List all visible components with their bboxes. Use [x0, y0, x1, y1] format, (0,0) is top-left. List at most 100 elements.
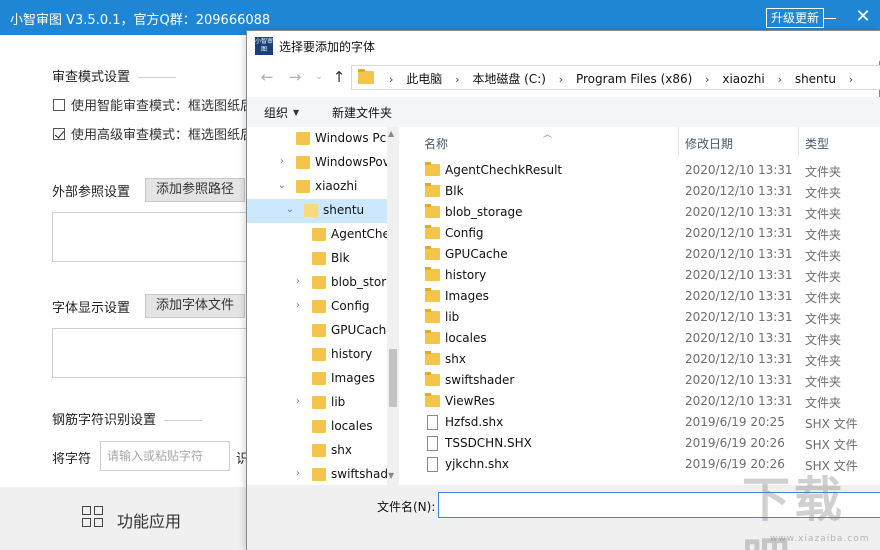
file-type: 文件夹: [805, 165, 842, 179]
smart-mode-checkbox[interactable]: [53, 99, 65, 111]
file-name: yjkchn.shx: [445, 457, 509, 471]
chevron-right-icon[interactable]: ›: [277, 156, 287, 167]
smart-mode-option[interactable]: 使用智能审查模式：框选图纸后: [53, 95, 253, 114]
folder-icon: [312, 468, 326, 481]
folder-row[interactable]: Config 2020/12/10 13:31 文件夹: [412, 223, 880, 244]
advanced-mode-checkbox[interactable]: [53, 128, 65, 140]
folder-icon: [312, 420, 326, 433]
folder-row[interactable]: Blk 2020/12/10 13:31 文件夹: [412, 181, 880, 202]
file-date: 2020/12/10 13:31: [685, 310, 793, 324]
organize-menu[interactable]: 组织 ▼: [264, 104, 299, 121]
folder-row[interactable]: AgentChechkResult 2020/12/10 13:31 文件夹: [412, 160, 880, 181]
chevron-down-icon[interactable]: ⌄: [277, 180, 287, 191]
tree-item-images[interactable]: Images: [247, 367, 387, 391]
tree-item-locales[interactable]: locales: [247, 415, 387, 439]
chevron-right-icon[interactable]: ›: [293, 396, 303, 407]
tree-item-lib[interactable]: › lib: [247, 391, 387, 415]
folder-row[interactable]: swiftshader 2020/12/10 13:31 文件夹: [412, 370, 880, 391]
file-date: 2020/12/10 13:31: [685, 226, 793, 240]
tree-item-blk[interactable]: Blk: [247, 247, 387, 271]
crumb-xiaozhi[interactable]: xiaozhi: [722, 72, 764, 86]
column-date[interactable]: 修改日期: [685, 135, 733, 152]
folder-icon: [425, 183, 440, 197]
file-row[interactable]: TSSDCHN.SHX 2019/6/19 20:26 SHX 文件: [412, 433, 880, 454]
chevron-right-icon[interactable]: ›: [293, 468, 303, 479]
grid-icon[interactable]: [82, 506, 104, 528]
column-type[interactable]: 类型: [805, 135, 829, 152]
crumb-program-files[interactable]: Program Files (x86): [576, 72, 692, 86]
tree-item-windows-pc[interactable]: Windows Pc: [247, 127, 387, 151]
tree-item-blob-stor[interactable]: › blob_stor: [247, 271, 387, 295]
chevron-down-icon[interactable]: ⌄: [285, 204, 295, 215]
close-icon[interactable]: ✕: [852, 6, 874, 28]
crumb-shentu[interactable]: shentu: [795, 72, 836, 86]
folder-row[interactable]: locales 2020/12/10 13:31 文件夹: [412, 328, 880, 349]
char-input[interactable]: 请输入或粘贴字符: [100, 441, 230, 471]
folder-icon: [312, 228, 326, 241]
folder-icon: [425, 225, 440, 239]
file-type: SHX 文件: [805, 438, 858, 452]
tree-item-shentu[interactable]: ⌄ shentu: [247, 199, 387, 223]
tree-item-windowspov[interactable]: › WindowsPov: [247, 151, 390, 175]
tree-item-xiaozhi[interactable]: ⌄ xiaozhi: [247, 175, 387, 199]
crumb-local-disk[interactable]: 本地磁盘 (C:): [472, 72, 546, 86]
folder-icon: [312, 252, 326, 265]
scroll-down-icon[interactable]: ▼: [388, 471, 394, 480]
file-date: 2020/12/10 13:31: [685, 331, 793, 345]
tree-item-agentche[interactable]: AgentChe: [247, 223, 390, 247]
up-arrow-icon[interactable]: ↑: [329, 67, 349, 87]
review-mode-title: 审查模式设置: [52, 66, 176, 85]
add-xref-button[interactable]: 添加参照路径: [145, 178, 245, 202]
upgrade-button[interactable]: 升级更新: [766, 8, 825, 28]
tree-item-config[interactable]: › Config: [247, 295, 387, 319]
file-date: 2020/12/10 13:31: [685, 352, 793, 366]
crumb-this-pc[interactable]: 此电脑: [406, 72, 442, 86]
tree-scroll-thumb[interactable]: [389, 349, 397, 407]
tree-item-history[interactable]: history: [247, 343, 387, 367]
chevron-right-icon: ›: [777, 73, 782, 86]
new-folder-button[interactable]: 新建文件夹: [332, 104, 392, 121]
chevron-right-icon[interactable]: ›: [293, 300, 303, 311]
file-type: SHX 文件: [805, 417, 858, 431]
xref-path-box[interactable]: [52, 212, 252, 262]
folder-icon: [304, 204, 318, 217]
forward-arrow-icon[interactable]: →: [285, 67, 305, 87]
back-arrow-icon[interactable]: ←: [257, 67, 277, 87]
file-list[interactable]: ︿ 名称 修改日期 类型 AgentChechkResult 2020/12/10…: [412, 127, 880, 485]
folder-row[interactable]: Images 2020/12/10 13:31 文件夹: [412, 286, 880, 307]
minimize-icon[interactable]: [818, 8, 842, 28]
folder-icon: [312, 300, 326, 313]
column-divider[interactable]: [678, 127, 679, 157]
folder-row[interactable]: lib 2020/12/10 13:31 文件夹: [412, 307, 880, 328]
file-type: 文件夹: [805, 354, 842, 368]
breadcrumb: › 此电脑 › 本地磁盘 (C:) › Program Files (x86) …: [380, 70, 862, 87]
file-name: Blk: [445, 184, 464, 198]
address-bar[interactable]: › 此电脑 › 本地磁盘 (C:) › Program Files (x86) …: [351, 65, 880, 90]
file-row[interactable]: Hzfsd.shx 2019/6/19 20:25 SHX 文件: [412, 412, 880, 433]
folder-row[interactable]: ViewRes 2020/12/10 13:31 文件夹: [412, 391, 880, 412]
tree-scrollbar[interactable]: ▲ ▼: [387, 127, 399, 485]
column-divider[interactable]: [798, 127, 799, 157]
font-file-box[interactable]: [52, 328, 252, 378]
folder-row[interactable]: GPUCache 2020/12/10 13:31 文件夹: [412, 244, 880, 265]
add-font-button[interactable]: 添加字体文件: [145, 294, 245, 318]
chevron-right-icon[interactable]: ›: [293, 276, 303, 287]
folder-tree[interactable]: Windows Pc › WindowsPov ⌄ xiaozhi ⌄ shentu Agen…: [247, 127, 399, 485]
smart-mode-label: 使用智能审查模式：框选图纸后: [71, 99, 254, 114]
font-label: 字体显示设置: [52, 301, 131, 316]
folder-icon: [296, 132, 310, 145]
func-apply-label[interactable]: 功能应用: [117, 508, 181, 532]
column-name[interactable]: 名称: [424, 135, 448, 152]
tree-item-swiftshad[interactable]: › swiftshad: [247, 463, 388, 485]
tree-item-label: history: [331, 347, 373, 361]
advanced-mode-option[interactable]: 使用高级审查模式：框选图纸后: [53, 124, 253, 143]
app-title: 小智审图 V3.5.0.1，官方Q群：209666088: [10, 13, 271, 28]
folder-row[interactable]: history 2020/12/10 13:31 文件夹: [412, 265, 880, 286]
caret-down-icon: ▼: [293, 108, 300, 117]
tree-item-gpucach[interactable]: GPUCach: [247, 319, 387, 343]
chevron-down-icon[interactable]: ⌄: [309, 67, 329, 87]
tree-item-shx[interactable]: shx: [247, 439, 387, 463]
folder-row[interactable]: blob_storage 2020/12/10 13:31 文件夹: [412, 202, 880, 223]
folder-row[interactable]: shx 2020/12/10 13:31 文件夹: [412, 349, 880, 370]
scroll-up-icon[interactable]: ▲: [388, 129, 394, 138]
